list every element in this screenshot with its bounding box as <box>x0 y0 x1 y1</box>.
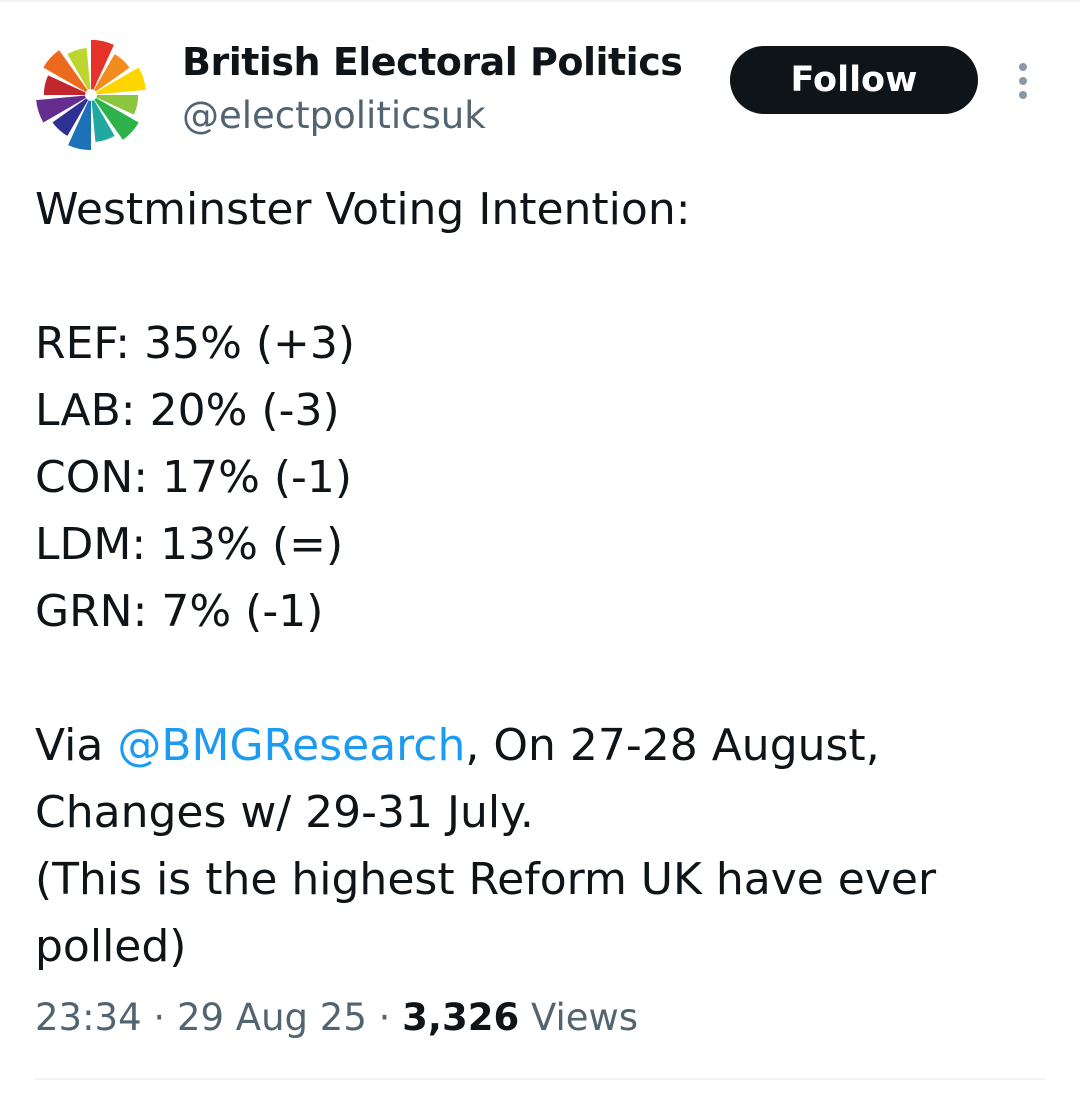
mention-link-bmgresearch[interactable]: @BMGResearch <box>117 720 465 771</box>
note-line-end: polled) <box>35 921 187 972</box>
tweet-meta: 23:34 · 29 Aug 25 · 3,326 Views <box>35 996 638 1039</box>
account-name[interactable]: British Electoral Politics <box>182 40 683 84</box>
rainbow-pinwheel-icon <box>36 39 146 151</box>
meta-separator: · <box>378 996 391 1039</box>
tweet-heading: Westminster Voting Intention: <box>35 184 691 235</box>
via-suffix: , On 27-28 August, <box>465 720 880 771</box>
via-line: Via @BMGResearch, On 27-28 August, <box>35 712 1055 779</box>
divider <box>35 1078 1045 1080</box>
result-lab: LAB: 20% (-3) <box>35 385 340 436</box>
note-line: (This is the highest Reform UK have ever <box>35 854 937 905</box>
avatar[interactable] <box>32 36 150 154</box>
views-label: Views <box>530 996 639 1039</box>
result-ldm: LDM: 13% (=) <box>35 519 344 570</box>
via-prefix: Via <box>35 720 118 771</box>
account-handle[interactable]: @electpoliticsuk <box>182 94 486 137</box>
result-grn: GRN: 7% (-1) <box>35 586 324 637</box>
views-count[interactable]: 3,326 <box>402 996 519 1039</box>
result-con: CON: 17% (-1) <box>35 452 353 503</box>
top-border <box>0 0 1080 2</box>
tweet-text: Westminster Voting Intention: REF: 35% (… <box>35 176 1055 980</box>
result-ref: REF: 35% (+3) <box>35 318 356 369</box>
more-options-button[interactable] <box>1008 60 1038 102</box>
more-vertical-icon <box>1019 63 1027 99</box>
post-time[interactable]: 23:34 <box>35 996 142 1039</box>
pinwheel-hub <box>85 89 97 101</box>
follow-button[interactable]: Follow <box>730 46 978 114</box>
post-date[interactable]: 29 Aug 25 <box>177 996 367 1039</box>
changes-line: Changes w/ 29-31 July. <box>35 787 534 838</box>
meta-separator: · <box>153 996 166 1039</box>
